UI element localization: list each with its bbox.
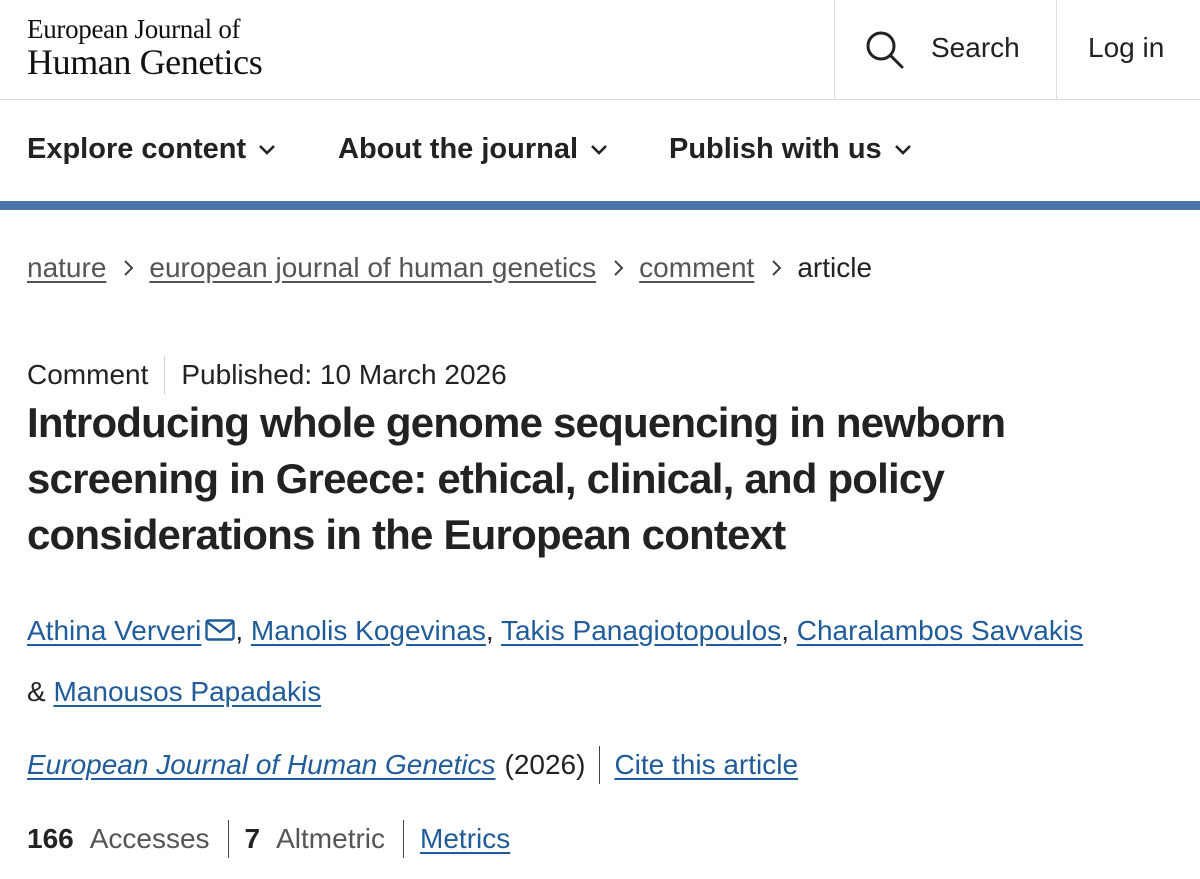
author-list: Athina Ververi, Manolis Kogevinas, Takis…: [27, 601, 1187, 722]
altmetric-label: Altmetric: [276, 823, 386, 854]
author-link[interactable]: Manousos Papadakis: [53, 676, 321, 707]
author-separator: ,: [781, 615, 789, 646]
breadcrumb-link-journal[interactable]: european journal of human genetics: [149, 252, 596, 284]
nav-label: Publish with us: [669, 133, 882, 165]
logo-line-1: European Journal of: [27, 14, 241, 44]
nav-label: About the journal: [338, 133, 579, 165]
breadcrumb-link-comment[interactable]: comment: [639, 252, 754, 284]
altmetric-count: 7: [244, 823, 261, 854]
top-header: European Journal of Human Genetics Searc…: [0, 0, 1200, 100]
chevron-right-icon: [123, 259, 134, 277]
author-separator: ,: [485, 615, 494, 646]
author-separator: &: [27, 676, 46, 707]
accent-rule: [0, 201, 1200, 210]
metrics-bar: 166 Accesses 7 Altmetric Metrics: [27, 820, 510, 858]
nav-about-the-journal[interactable]: About the journal: [338, 133, 608, 166]
chevron-down-icon: [259, 144, 276, 155]
metrics-divider: [403, 820, 405, 858]
article-meta: Comment Published: 10 March 2026: [27, 356, 507, 394]
citation-line: European Journal of Human Genetics (2026…: [27, 746, 798, 784]
search-label: Search: [931, 32, 1020, 63]
accesses-label: Accesses: [89, 823, 210, 854]
author-link[interactable]: Athina Ververi: [27, 615, 201, 646]
chevron-right-icon: [771, 259, 782, 277]
meta-divider: [164, 356, 166, 394]
chevron-right-icon: [613, 259, 624, 277]
search-icon: [866, 31, 904, 69]
nav-explore-content[interactable]: Explore content: [27, 133, 276, 166]
breadcrumb: nature european journal of human genetic…: [27, 252, 872, 284]
breadcrumb-link-nature[interactable]: nature: [27, 252, 106, 284]
search-button[interactable]: Search: [835, 0, 1055, 99]
login-label: Log in: [1088, 32, 1165, 63]
published-date: Published: 10 March 2026: [181, 359, 507, 390]
nav-publish-with-us[interactable]: Publish with us: [669, 133, 912, 166]
cite-article-link[interactable]: Cite this article: [614, 749, 798, 781]
logo-line-2: Human Genetics: [27, 42, 263, 82]
metrics-divider: [227, 820, 229, 858]
journal-link[interactable]: European Journal of Human Genetics: [27, 749, 496, 781]
chevron-down-icon: [591, 144, 607, 155]
author-link[interactable]: Manolis Kogevinas: [251, 615, 486, 646]
mail-icon[interactable]: [205, 602, 236, 662]
login-button[interactable]: Log in: [1057, 0, 1200, 99]
chevron-down-icon: [894, 144, 911, 155]
publication-year: (2026): [504, 749, 586, 780]
author-separator: ,: [235, 615, 244, 646]
author-link[interactable]: Charalambos Savvakis: [797, 615, 1083, 646]
breadcrumb-current: article: [797, 252, 873, 283]
metrics-link[interactable]: Metrics: [420, 823, 510, 855]
accesses-count: 166: [27, 823, 74, 854]
article-type: Comment: [27, 359, 149, 390]
article-title: Introducing whole genome sequencing in n…: [27, 399, 1006, 558]
citation-divider: [599, 746, 601, 784]
author-link[interactable]: Takis Panagiotopoulos: [501, 615, 781, 646]
nav-label: Explore content: [27, 133, 247, 165]
journal-logo[interactable]: European Journal of Human Genetics: [27, 14, 263, 82]
